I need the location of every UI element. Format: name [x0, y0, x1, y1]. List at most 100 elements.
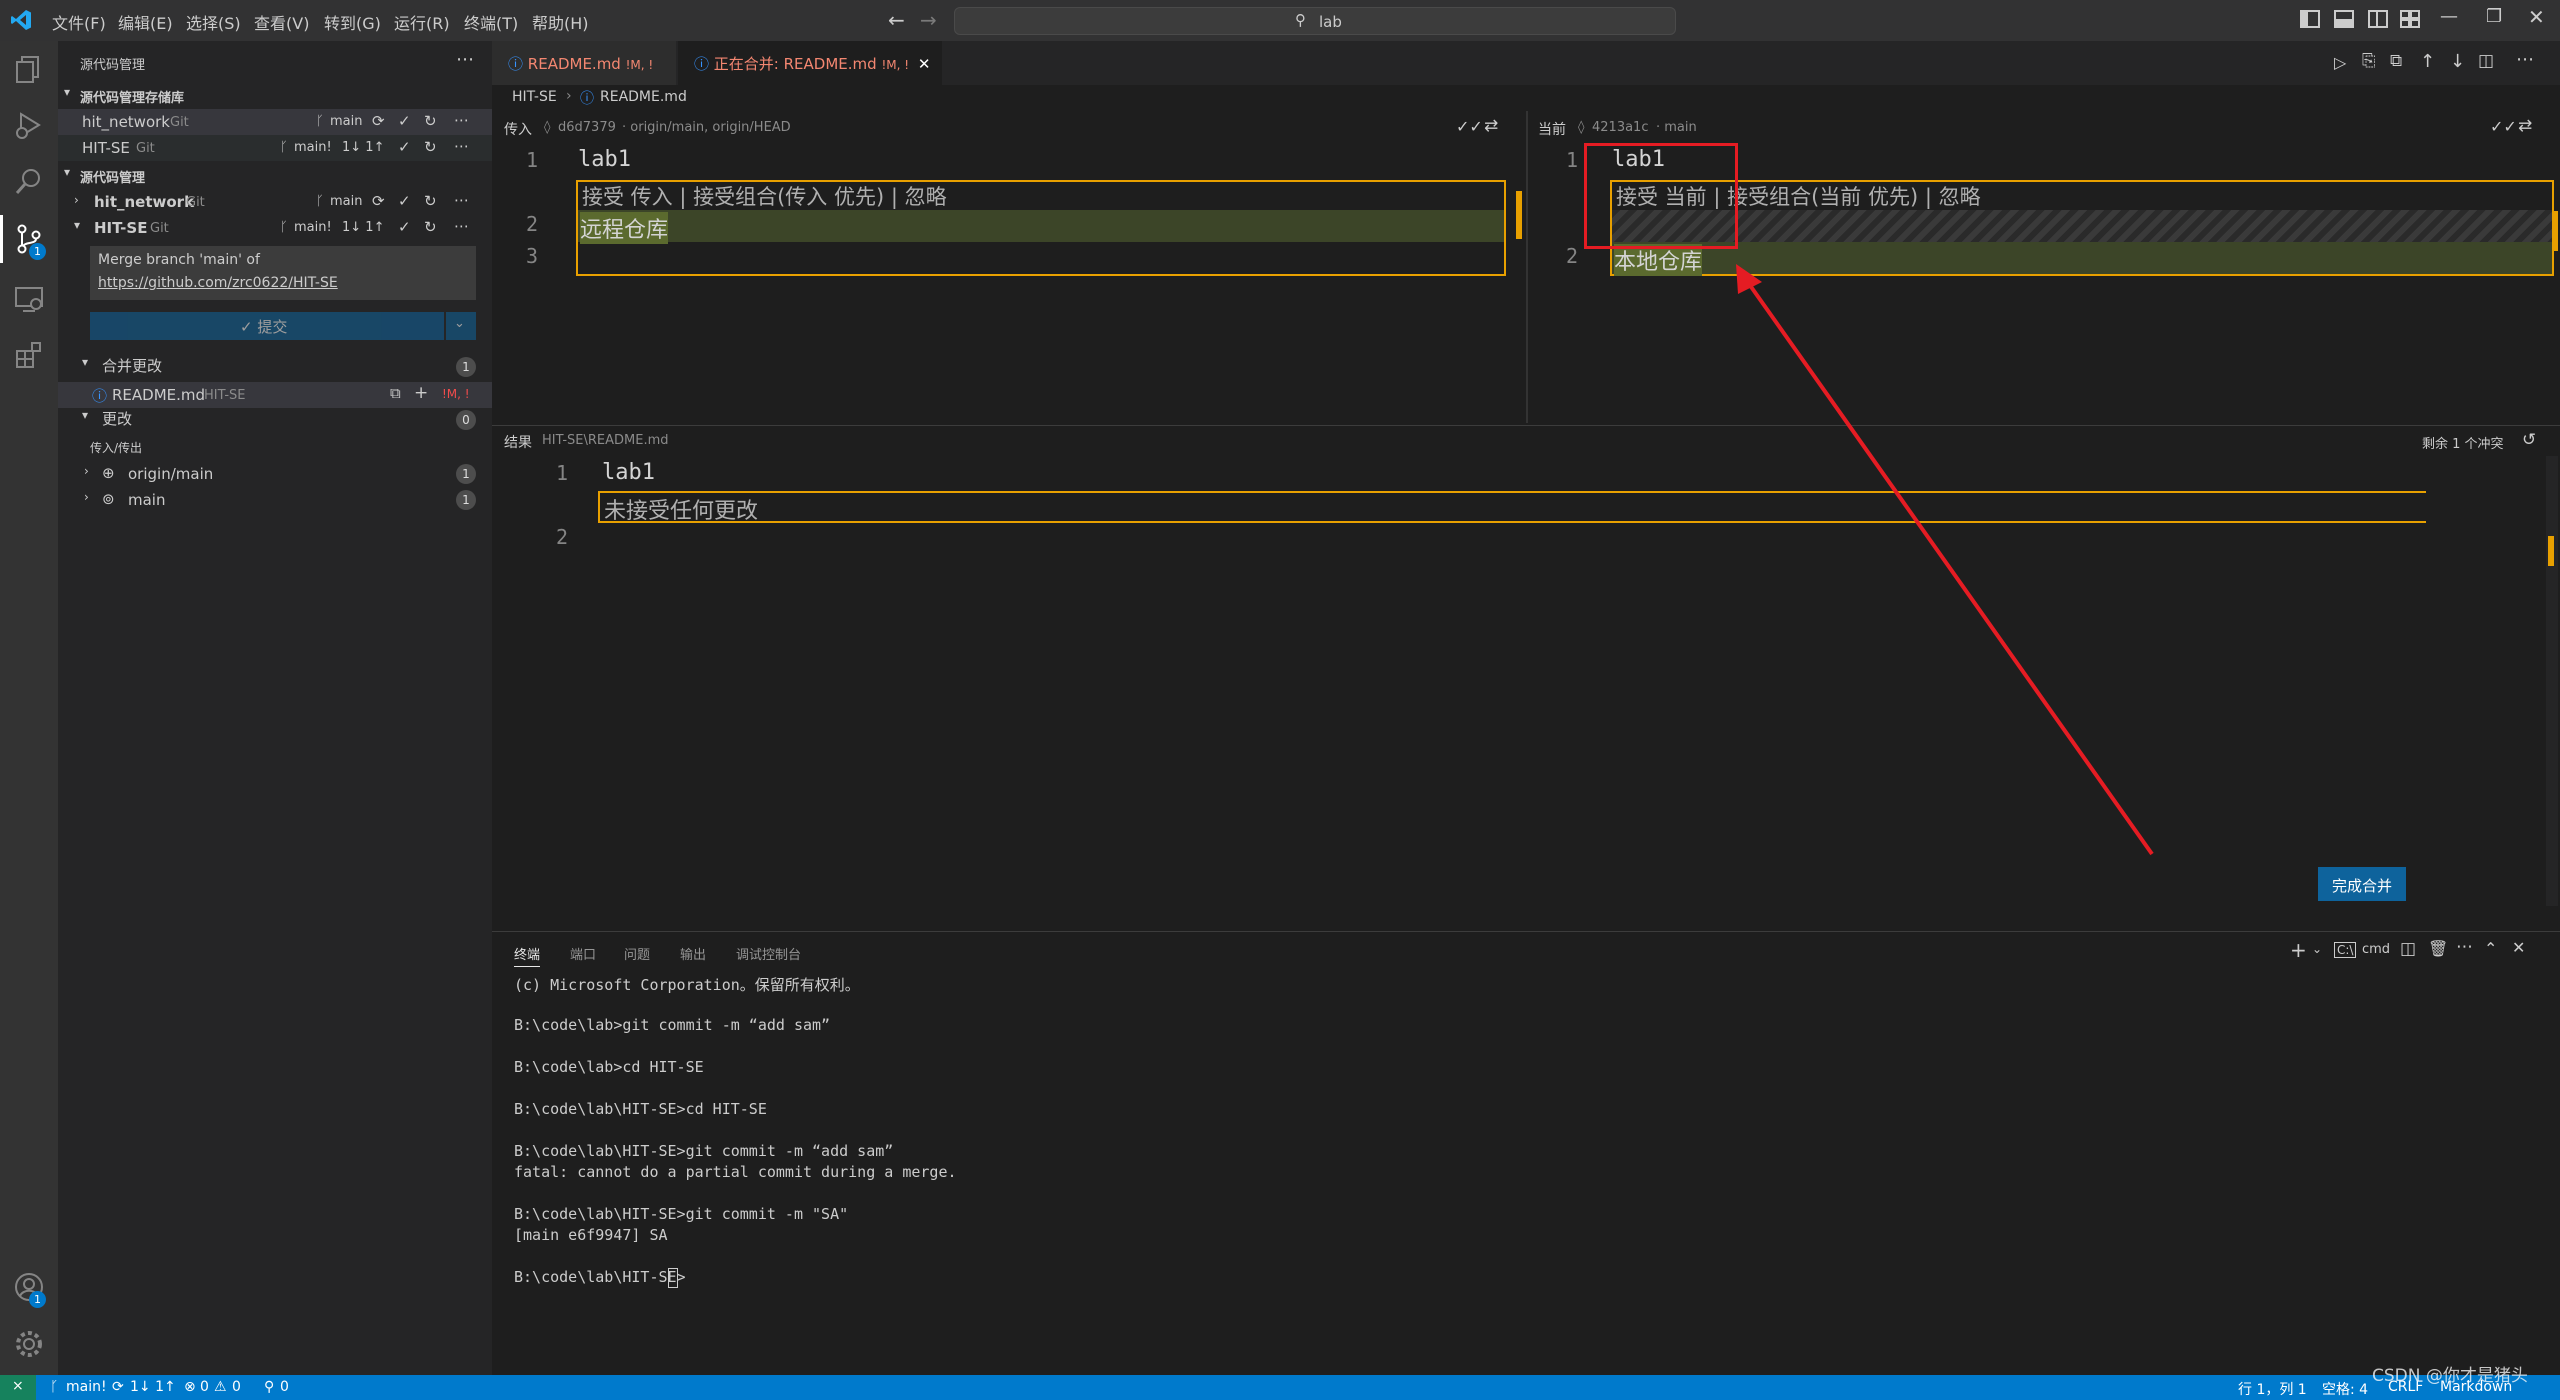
commit-message-input[interactable]: Merge branch 'main' of https://github.co…: [90, 246, 476, 300]
complete-merge-button[interactable]: 完成合并: [2318, 867, 2406, 901]
run-debug-icon[interactable]: [13, 109, 45, 141]
toggle-sidebar-icon[interactable]: [2300, 10, 2320, 28]
next-conflict-icon[interactable]: ↓: [2450, 51, 2465, 72]
commit-dropdown-button[interactable]: ⌄: [446, 312, 476, 340]
status-position[interactable]: 行 1，列 1: [2238, 1379, 2307, 1399]
repo-sync[interactable]: 1↓ 1↑: [342, 220, 384, 235]
reset-icon[interactable]: ↺: [2522, 430, 2536, 450]
sync-icon[interactable]: ⟳: [372, 112, 385, 130]
status-spaces[interactable]: 空格: 4: [2322, 1379, 2368, 1399]
scm-repo-hit-se[interactable]: ▾ HIT-SE Git ᚴ main! 1↓ 1↑ ✓ ↻ ⋯: [58, 215, 492, 241]
menu-view[interactable]: 查看(V): [254, 10, 309, 34]
source-control-icon[interactable]: 1: [13, 223, 46, 260]
commit-button[interactable]: ✓ 提交: [90, 312, 444, 340]
panel-tab-output[interactable]: 输出: [680, 944, 706, 963]
status-errors[interactable]: 0: [200, 1379, 209, 1395]
chevron-down-icon[interactable]: ▾: [64, 85, 70, 99]
chevron-down-icon[interactable]: ▾: [64, 165, 70, 179]
menu-edit[interactable]: 编辑(E): [118, 10, 173, 34]
repo-branch[interactable]: main: [330, 194, 362, 209]
merge-changes-label[interactable]: 合并更改: [102, 355, 162, 376]
refresh-icon[interactable]: ↻: [424, 192, 437, 210]
repo-branch[interactable]: main!: [294, 140, 332, 155]
menu-terminal[interactable]: 终端(T): [464, 10, 518, 34]
more-icon[interactable]: ⋯: [454, 191, 469, 209]
open-file-icon[interactable]: ⧉: [390, 384, 401, 402]
incoming-codelens-actions[interactable]: 接受 传入 | 接受组合(传入 优先) | 忽略: [582, 181, 947, 211]
chevron-down-icon[interactable]: ⌄: [2312, 942, 2322, 956]
main-row[interactable]: › ⊚ main 1: [58, 487, 492, 513]
split-editor-icon[interactable]: ◫: [2478, 51, 2494, 71]
conflicts-remaining[interactable]: 剩余 1 个冲突: [2422, 433, 2504, 452]
panel-tab-terminal[interactable]: 终端: [514, 944, 541, 967]
search-view-icon[interactable]: [13, 165, 45, 197]
tab-merge-readme[interactable]: ⓘ 正在合并: README.md !M, ! ✕: [678, 41, 942, 85]
panel-tab-debug-console[interactable]: 调试控制台: [736, 944, 801, 963]
refresh-icon[interactable]: ↻: [424, 218, 437, 236]
merge-file-row[interactable]: ⓘ README.md HIT-SE ⧉ + !M, !: [58, 382, 492, 408]
repo-sync[interactable]: 1↓ 1↑: [342, 140, 384, 155]
refresh-icon[interactable]: ↻: [424, 112, 437, 130]
origin-main-row[interactable]: › ⊕ origin/main 1: [58, 461, 492, 487]
commit-message-link[interactable]: https://github.com/zrc0622/HIT-SE: [98, 275, 338, 291]
trash-icon[interactable]: 🗑: [2428, 939, 2448, 958]
incoming-hash[interactable]: d6d7379: [558, 120, 616, 135]
repo-row-hit-se[interactable]: HIT-SE Git ᚴ main! 1↓ 1↑ ✓ ↻ ⋯: [58, 135, 492, 161]
extensions-icon[interactable]: [13, 339, 45, 371]
stage-plus-icon[interactable]: +: [414, 383, 428, 403]
panel-tab-problems[interactable]: 问题: [624, 944, 650, 963]
more-actions-icon[interactable]: ⋯: [2516, 49, 2534, 70]
open-changes-icon[interactable]: ⎘: [2362, 51, 2376, 71]
status-sync[interactable]: 1↓ 1↑: [130, 1379, 176, 1395]
new-terminal-icon[interactable]: +: [2290, 938, 2307, 962]
status-warnings[interactable]: 0: [232, 1379, 241, 1395]
open-file-icon[interactable]: ⧉: [2390, 51, 2402, 71]
chevron-down-icon[interactable]: ▾: [82, 355, 88, 369]
more-icon[interactable]: ⋯: [454, 111, 469, 129]
close-panel-icon[interactable]: ✕: [2512, 938, 2525, 957]
sidebar-more-icon[interactable]: ⋯: [456, 49, 474, 70]
repo-branch[interactable]: main!: [294, 220, 332, 235]
minimize-icon[interactable]: —: [2440, 6, 2458, 27]
compare-icon[interactable]: ⇄: [2518, 116, 2532, 136]
more-icon[interactable]: ⋯: [454, 137, 469, 155]
maximize-icon[interactable]: ❐: [2486, 6, 2502, 27]
scm-section-header[interactable]: 源代码管理: [80, 167, 145, 186]
repo-branch[interactable]: main: [330, 114, 362, 129]
command-center[interactable]: ⚲ lab: [954, 7, 1676, 35]
menu-go[interactable]: 转到(G): [324, 10, 381, 34]
customize-layout-icon[interactable]: [2400, 10, 2420, 28]
repos-section-header[interactable]: 源代码管理存储库: [80, 87, 184, 106]
menu-run[interactable]: 运行(R): [394, 10, 450, 34]
nav-forward-icon[interactable]: →: [920, 8, 937, 32]
current-hash[interactable]: 4213a1c: [1592, 120, 1648, 135]
scm-repo-hit-network[interactable]: › hit_network Git ᚴ main ⟳ ✓ ↻ ⋯: [58, 189, 492, 215]
tab-readme[interactable]: ⓘ README.md !M, !: [492, 41, 676, 85]
commit-check-icon[interactable]: ✓: [398, 138, 411, 156]
compare-icon[interactable]: ⇄: [1484, 116, 1498, 136]
remote-indicator[interactable]: ⨯: [0, 1375, 36, 1400]
manage-gear-icon[interactable]: [13, 1328, 45, 1360]
sync-icon[interactable]: ⟳: [372, 192, 385, 210]
accounts-icon[interactable]: 1: [13, 1271, 46, 1308]
more-icon[interactable]: ⋯: [454, 217, 469, 235]
commit-check-icon[interactable]: ✓: [398, 218, 411, 236]
status-ports[interactable]: 0: [280, 1379, 289, 1395]
nav-back-icon[interactable]: ←: [888, 8, 905, 32]
menu-selection[interactable]: 选择(S): [186, 10, 241, 34]
more-actions-icon[interactable]: ⋯: [2456, 937, 2473, 957]
menu-help[interactable]: 帮助(H): [532, 10, 589, 34]
toggle-secondary-sidebar-icon[interactable]: [2368, 10, 2388, 28]
result-scrollbar[interactable]: [2546, 456, 2558, 906]
remote-explorer-icon[interactable]: [13, 283, 45, 315]
explorer-icon[interactable]: [13, 53, 45, 85]
commit-check-icon[interactable]: ✓: [398, 192, 411, 210]
refresh-icon[interactable]: ↻: [424, 138, 437, 156]
menu-file[interactable]: 文件(F): [52, 10, 106, 34]
previous-conflict-icon[interactable]: ↑: [2420, 51, 2435, 72]
panel-tab-ports[interactable]: 端口: [570, 944, 596, 963]
changes-label[interactable]: 更改: [102, 408, 132, 429]
breadcrumb-file[interactable]: README.md: [600, 89, 687, 105]
terminal-output[interactable]: (c) Microsoft Corporation。保留所有权利。 B:\cod…: [492, 972, 2560, 1372]
status-branch[interactable]: main!: [66, 1379, 107, 1395]
